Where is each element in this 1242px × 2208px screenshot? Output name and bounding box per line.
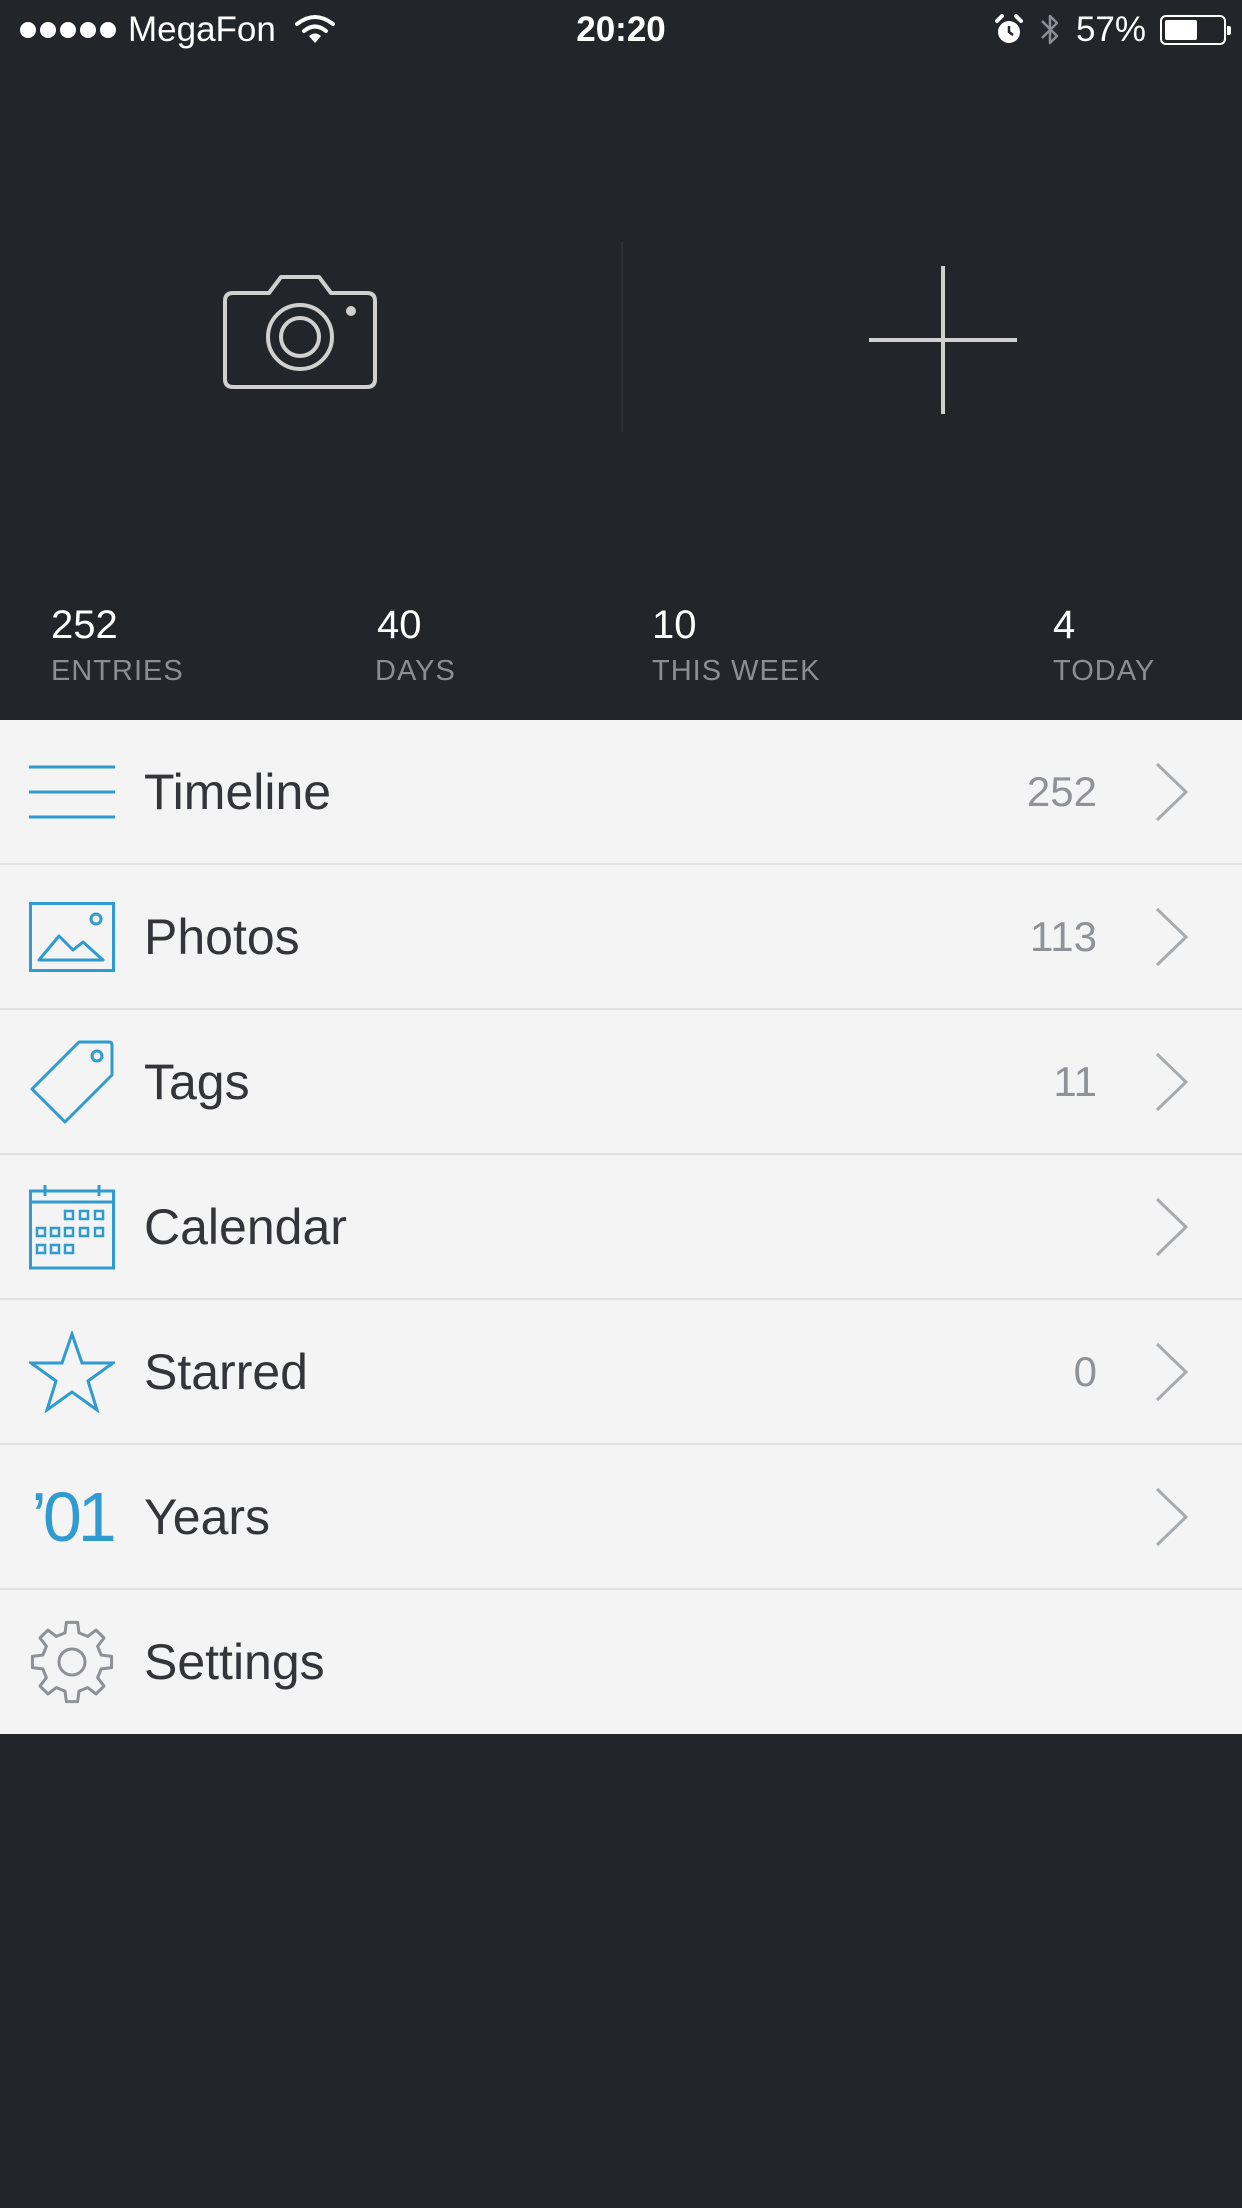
tag-icon bbox=[28, 1038, 116, 1126]
stat-label: TODAY bbox=[1053, 655, 1156, 687]
menu-item-label: Tags bbox=[144, 1053, 250, 1110]
stat-label: ENTRIES bbox=[51, 655, 184, 687]
years-icon: ’01 bbox=[28, 1473, 116, 1561]
stats-bar: 252 ENTRIES 40 DAYS 10 THIS WEEK 4 TODAY bbox=[0, 605, 1242, 715]
stat-today: 4 TODAY bbox=[1053, 605, 1155, 688]
stat-value: 252 bbox=[51, 603, 118, 647]
years-icon-text: ’01 bbox=[31, 1477, 116, 1556]
plus-icon bbox=[869, 266, 1017, 414]
menu-item-years[interactable]: ’01 Years bbox=[0, 1445, 1242, 1590]
menu-item-timeline[interactable]: Timeline 252 bbox=[0, 720, 1242, 865]
stat-label: DAYS bbox=[375, 655, 456, 687]
menu-item-label: Calendar bbox=[144, 1198, 347, 1255]
menu-item-count: 11 bbox=[1053, 1057, 1097, 1105]
alarm-icon bbox=[994, 14, 1023, 43]
timeline-icon bbox=[28, 748, 116, 836]
chevron-right-icon bbox=[1155, 1197, 1189, 1256]
status-bar-right: 57% bbox=[994, 10, 1231, 50]
camera-icon bbox=[223, 275, 377, 389]
menu-item-tags[interactable]: Tags 11 bbox=[0, 1010, 1242, 1155]
menu-item-count: 113 bbox=[1030, 912, 1097, 960]
chevron-right-icon bbox=[1155, 1342, 1189, 1401]
stat-label: THIS WEEK bbox=[652, 655, 821, 687]
stat-days: 40 DAYS bbox=[375, 605, 456, 688]
menu-item-photos[interactable]: Photos 113 bbox=[0, 865, 1242, 1010]
bluetooth-icon bbox=[1041, 14, 1059, 45]
chevron-right-icon bbox=[1155, 1052, 1189, 1111]
camera-button[interactable] bbox=[200, 252, 400, 412]
menu-item-label: Timeline bbox=[144, 763, 332, 820]
chevron-right-icon bbox=[1155, 762, 1189, 821]
menu-item-label: Starred bbox=[144, 1343, 308, 1400]
stat-value: 40 bbox=[377, 603, 422, 647]
actions-divider bbox=[621, 242, 623, 432]
calendar-icon bbox=[28, 1183, 116, 1271]
status-bar: MegaFon 20:20 57% bbox=[0, 0, 1242, 62]
photos-icon bbox=[28, 893, 116, 981]
star-icon bbox=[28, 1328, 116, 1416]
main-menu: Timeline 252 Photos 113 Tags 11 Calendar… bbox=[0, 720, 1242, 1734]
menu-item-label: Photos bbox=[144, 908, 300, 965]
battery-percent: 57% bbox=[1075, 10, 1146, 49]
new-entry-button[interactable] bbox=[843, 240, 1043, 440]
menu-item-starred[interactable]: Starred 0 bbox=[0, 1300, 1242, 1445]
battery-icon bbox=[1160, 15, 1231, 45]
stat-value: 4 bbox=[1053, 603, 1076, 647]
chevron-right-icon bbox=[1155, 1487, 1189, 1546]
stat-value: 10 bbox=[652, 603, 697, 647]
menu-item-count: 252 bbox=[1026, 767, 1097, 815]
menu-item-label: Settings bbox=[144, 1634, 325, 1690]
stat-entries: 252 ENTRIES bbox=[51, 605, 184, 688]
menu-item-label: Years bbox=[144, 1488, 271, 1545]
battery-fill bbox=[1165, 20, 1197, 40]
quick-actions bbox=[0, 62, 1242, 582]
chevron-right-icon bbox=[1155, 907, 1189, 966]
stat-this-week: 10 THIS WEEK bbox=[652, 605, 821, 688]
menu-item-settings[interactable]: Settings bbox=[0, 1590, 1242, 1734]
menu-item-calendar[interactable]: Calendar bbox=[0, 1155, 1242, 1300]
menu-item-count: 0 bbox=[1073, 1347, 1097, 1395]
gear-icon bbox=[28, 1618, 116, 1706]
